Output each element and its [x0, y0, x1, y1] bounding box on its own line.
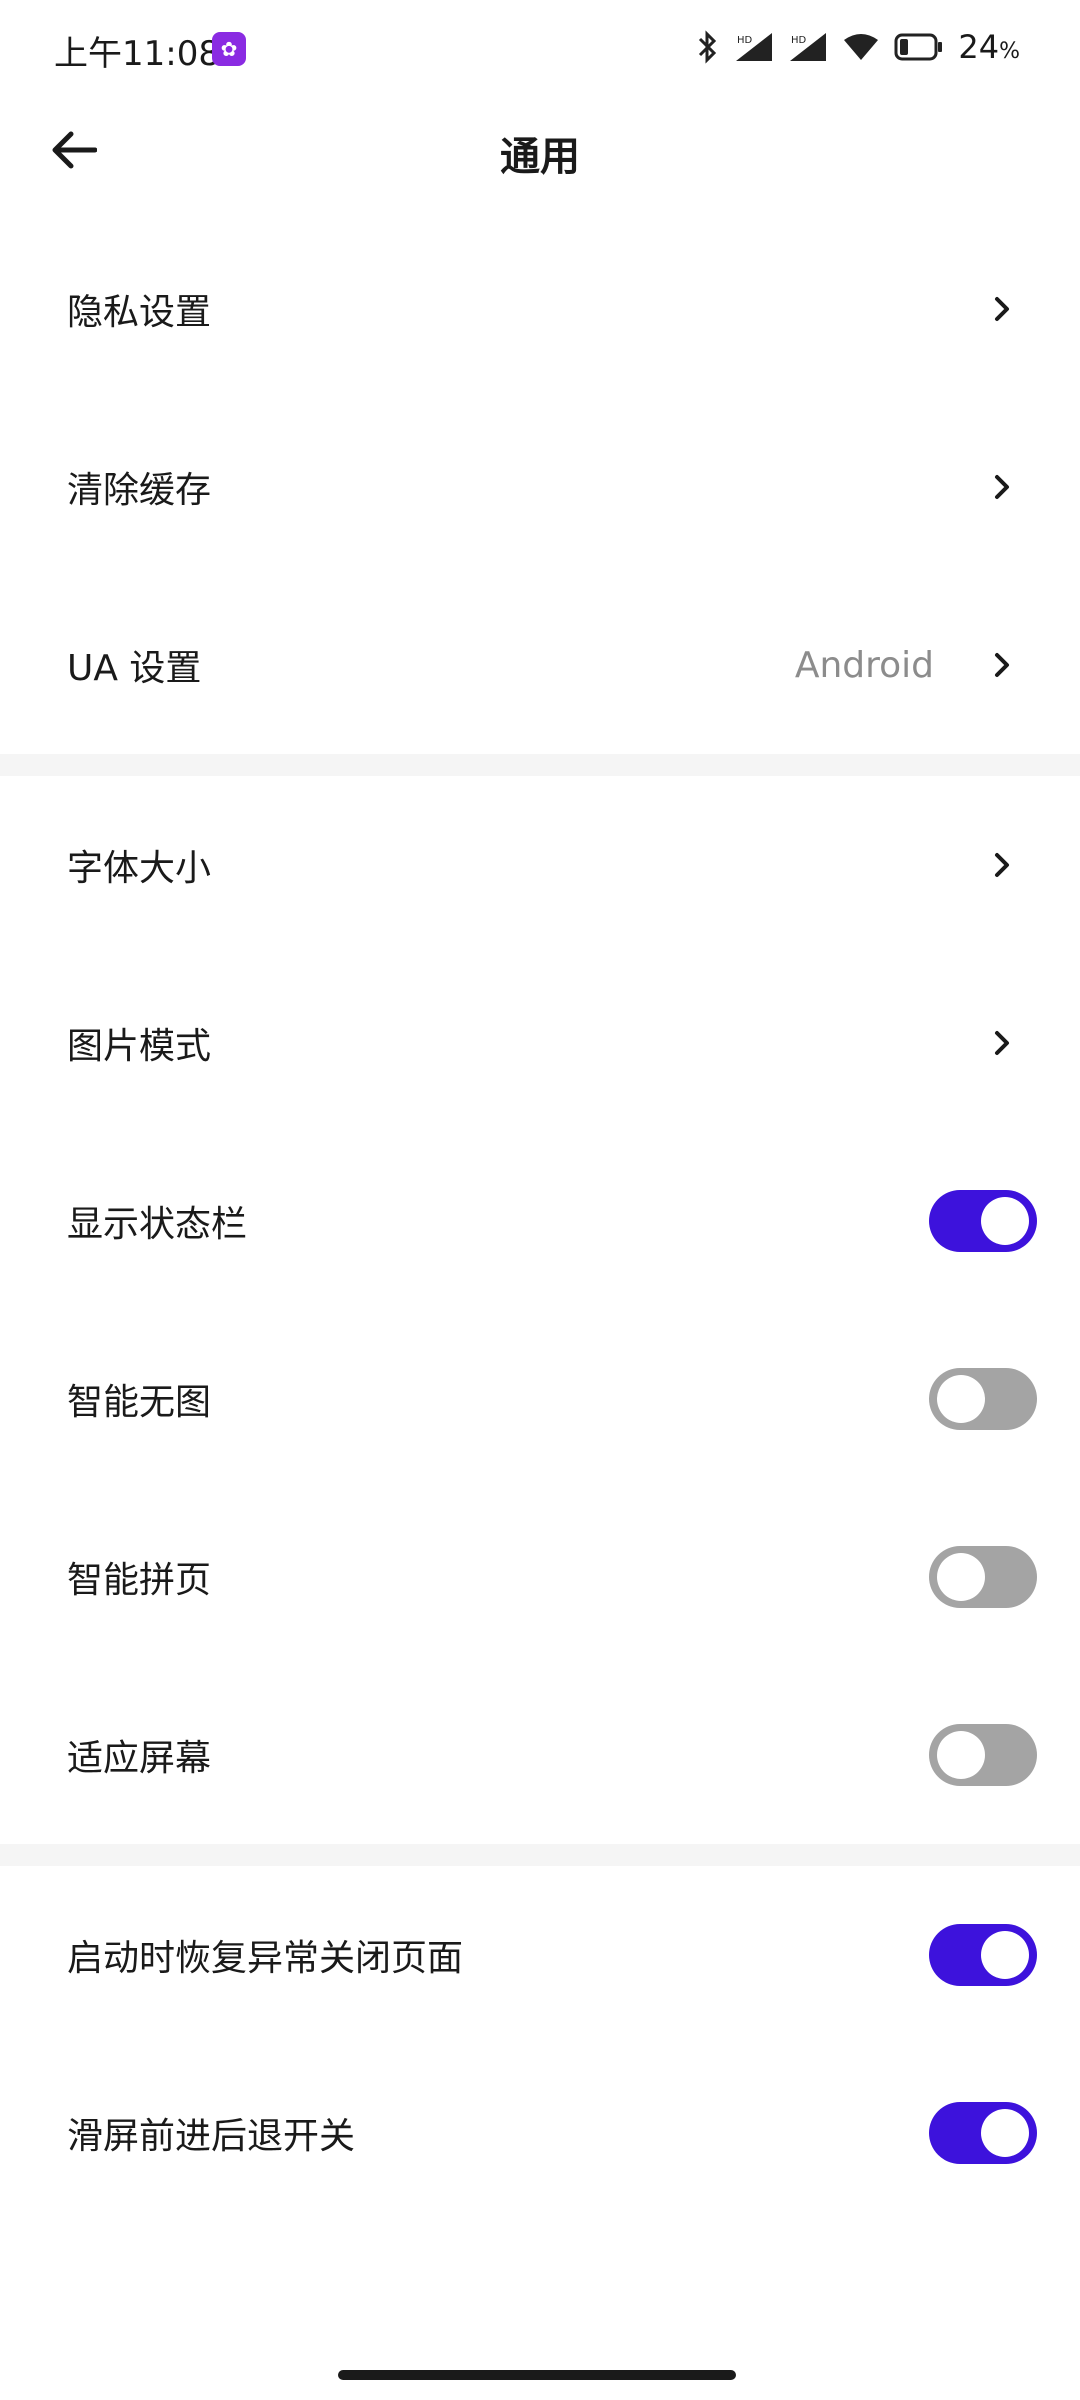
- toggle-knob: [981, 1931, 1029, 1979]
- wifi-icon: [844, 34, 879, 60]
- chevron-right-icon: [990, 1028, 1014, 1058]
- settings-row-font-size[interactable]: 字体大小: [0, 776, 1080, 954]
- row-label: UA 设置: [67, 648, 202, 689]
- toggle-knob: [937, 1731, 985, 1779]
- settings-row-show-status-bar: 显示状态栏: [0, 1132, 1080, 1310]
- row-label: 智能无图: [67, 1382, 212, 1423]
- chevron-right-icon: [990, 472, 1014, 502]
- settings-row-clear-cache[interactable]: 清除缓存: [0, 398, 1080, 576]
- row-label: 显示状态栏: [67, 1204, 248, 1245]
- toggle-knob: [981, 1197, 1029, 1245]
- toggle-switch[interactable]: [929, 2102, 1037, 2164]
- toggle-knob: [981, 2109, 1029, 2157]
- settings-row-smart-page-merge: 智能拼页: [0, 1488, 1080, 1666]
- row-value: Android: [794, 644, 934, 686]
- settings-row-privacy[interactable]: 隐私设置: [0, 220, 1080, 398]
- chevron-right-icon: [990, 650, 1014, 680]
- settings-row-swipe-navigation: 滑屏前进后退开关: [0, 2044, 1080, 2222]
- signal-icon: HD: [736, 33, 773, 61]
- toggle-switch[interactable]: [929, 1368, 1037, 1430]
- row-label: 字体大小: [67, 848, 212, 889]
- toggle-knob: [937, 1375, 985, 1423]
- settings-row-fit-screen: 适应屏幕: [0, 1666, 1080, 1844]
- toggle-switch[interactable]: [929, 1724, 1037, 1786]
- section-divider: [0, 1844, 1080, 1866]
- chevron-right-icon: [990, 294, 1014, 324]
- toggle-knob: [937, 1553, 985, 1601]
- status-icons: HD HD 24%: [694, 28, 1020, 66]
- settings-row-smart-no-image: 智能无图: [0, 1310, 1080, 1488]
- row-label: 智能拼页: [67, 1560, 212, 1601]
- settings-row-restore-pages: 启动时恢复异常关闭页面: [0, 1866, 1080, 2044]
- svg-text:HD: HD: [737, 35, 753, 46]
- battery-percent: 24%: [958, 28, 1020, 66]
- status-time: 上午11:08: [54, 34, 220, 74]
- signal-icon: HD: [790, 33, 827, 61]
- toggle-switch[interactable]: [929, 1546, 1037, 1608]
- bluetooth-icon: [699, 30, 717, 64]
- home-indicator[interactable]: [338, 2370, 736, 2380]
- chevron-right-icon: [990, 850, 1014, 880]
- settings-row-ua[interactable]: UA 设置 Android: [0, 576, 1080, 754]
- row-label: 清除缓存: [67, 470, 212, 511]
- settings-row-image-mode[interactable]: 图片模式: [0, 954, 1080, 1132]
- header: 通用: [0, 100, 1080, 200]
- toggle-switch[interactable]: [929, 1924, 1037, 1986]
- svg-text:HD: HD: [791, 35, 807, 46]
- row-label: 隐私设置: [67, 292, 212, 333]
- section-divider: [0, 754, 1080, 776]
- row-label: 启动时恢复异常关闭页面: [67, 1938, 464, 1979]
- row-label: 图片模式: [67, 1026, 212, 1067]
- row-label: 滑屏前进后退开关: [67, 2116, 356, 2157]
- app-notification-icon: ✿: [212, 32, 246, 66]
- row-label: 适应屏幕: [67, 1738, 212, 1779]
- status-bar: 上午11:08 ✿ HD HD 24%: [0, 0, 1080, 100]
- page-title: 通用: [500, 134, 580, 180]
- battery-icon: [894, 33, 943, 61]
- toggle-switch[interactable]: [929, 1190, 1037, 1252]
